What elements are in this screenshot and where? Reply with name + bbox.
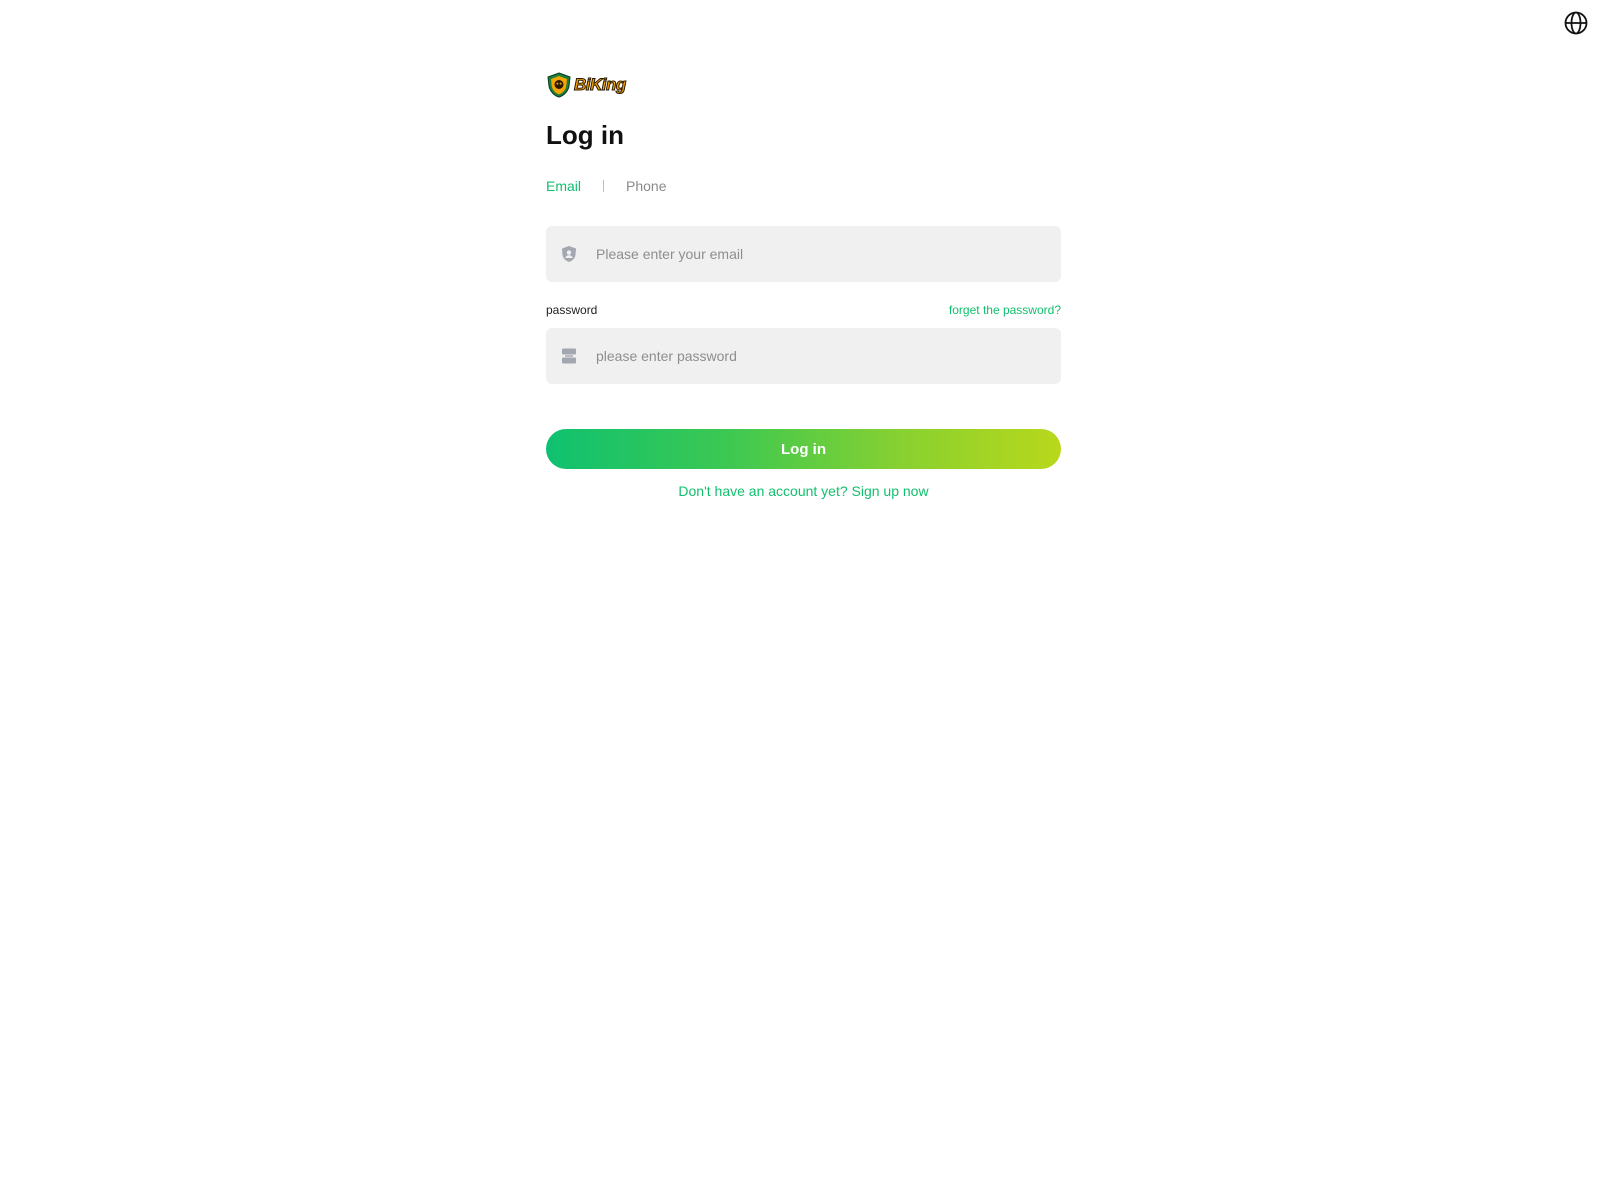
page-title: Log in — [546, 120, 624, 150]
signup-link[interactable]: Don't have an account yet? Sign up now — [678, 483, 928, 499]
password-input[interactable] — [596, 328, 1061, 384]
shield-logo-icon — [547, 72, 571, 98]
brand-name: BiKing — [574, 75, 627, 95]
password-field-container — [546, 328, 1061, 384]
user-shield-icon — [562, 246, 576, 262]
language-globe-icon[interactable] — [1563, 10, 1589, 36]
login-method-tabs: Email Phone — [546, 176, 1061, 196]
tab-email[interactable]: Email — [546, 178, 581, 194]
tab-phone[interactable]: Phone — [626, 178, 666, 194]
password-label: password — [546, 303, 598, 317]
login-panel: BiKing Log in Email Phone password forge… — [546, 70, 1061, 499]
tab-divider — [603, 180, 605, 192]
forgot-password-link[interactable]: forget the password? — [949, 303, 1061, 317]
brand-logo[interactable]: BiKing — [546, 70, 1061, 100]
lock-icon — [562, 348, 576, 364]
login-button[interactable]: Log in — [546, 429, 1061, 469]
password-label-row: password forget the password? — [546, 302, 1061, 318]
signup-prompt: Don't have an account yet? Sign up now — [546, 483, 1061, 499]
email-field-container — [546, 226, 1061, 282]
email-input[interactable] — [596, 226, 1061, 282]
